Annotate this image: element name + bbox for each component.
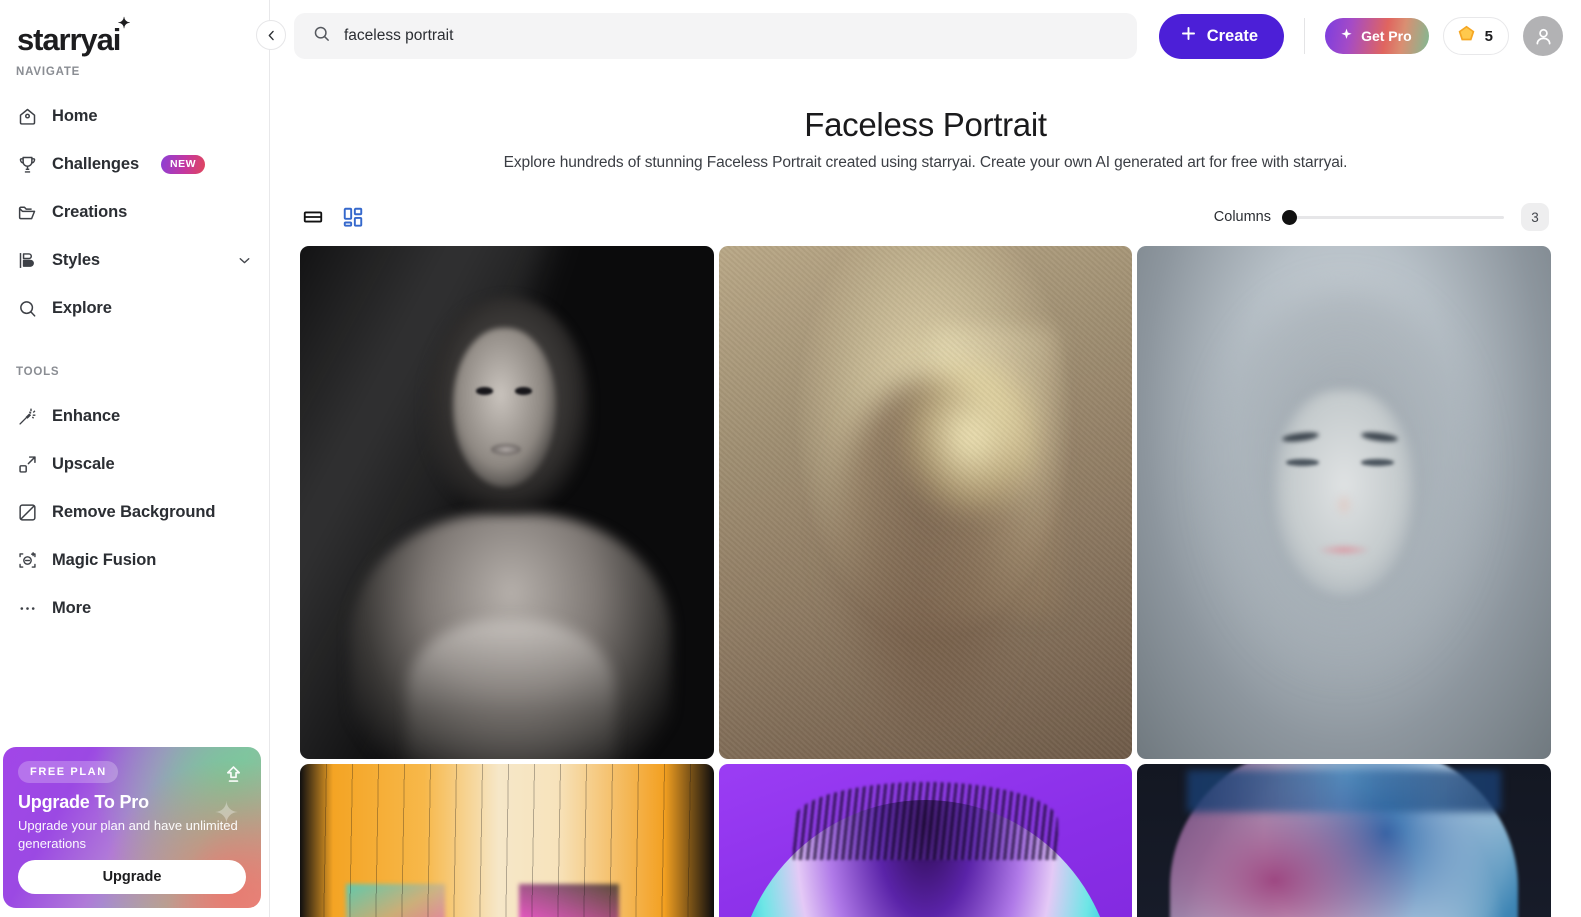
avatar[interactable]: [1523, 16, 1563, 56]
artwork-image: [718, 246, 1133, 759]
search-circle-icon: [16, 297, 38, 319]
sidebar-item-upscale[interactable]: Upscale: [0, 440, 269, 488]
navigate-section-label: NAVIGATE: [16, 66, 81, 78]
sidebar-item-label: Enhance: [52, 406, 121, 425]
search-icon: [312, 24, 331, 48]
sidebar-item-styles[interactable]: Styles: [0, 236, 269, 284]
gallery-card-purple-cyan-abstract[interactable]: [718, 764, 1133, 917]
artwork-image: [300, 764, 714, 917]
upgrade-arrow-icon: [223, 764, 244, 790]
create-button-label: Create: [1206, 26, 1259, 45]
collapse-sidebar-button[interactable]: [256, 20, 286, 50]
upgrade-promo-card[interactable]: FREE PLAN ✦ Upgrade To Pro Upgrade your …: [3, 747, 261, 908]
sidebar: starryai ✦ NAVIGATE Home Challenges NEW …: [0, 0, 270, 917]
plus-icon: [1179, 24, 1198, 48]
upgrade-button[interactable]: Upgrade: [18, 860, 246, 894]
get-pro-button[interactable]: Get Pro: [1325, 18, 1429, 54]
home-icon: [16, 105, 38, 127]
magic-fusion-icon: [16, 549, 38, 571]
sidebar-item-remove-background[interactable]: Remove Background: [0, 488, 269, 536]
artwork-image: [718, 764, 1133, 917]
credits-badge[interactable]: 5: [1442, 17, 1509, 55]
create-button[interactable]: Create: [1158, 13, 1285, 59]
slider-thumb[interactable]: [1282, 209, 1297, 225]
get-pro-label: Get Pro: [1361, 28, 1412, 44]
sidebar-item-challenges[interactable]: Challenges NEW: [0, 140, 269, 188]
sidebar-item-explore[interactable]: Explore: [0, 284, 269, 332]
top-bar: Create Get Pro 5: [270, 0, 1581, 72]
remove-background-icon: [16, 501, 38, 523]
sidebar-item-label: Explore: [52, 298, 112, 317]
upscale-arrow-icon: [16, 453, 38, 475]
magic-wand-icon: [16, 405, 38, 427]
search-box[interactable]: [294, 13, 1137, 59]
gem-icon: [1456, 23, 1477, 49]
brand-logo[interactable]: starryai ✦: [0, 0, 269, 66]
grid-view-icon[interactable]: [342, 206, 364, 228]
columns-label: Columns: [1213, 209, 1271, 225]
content-area: Faceless Portrait Explore hundreds of st…: [270, 72, 1581, 917]
sidebar-item-enhance[interactable]: Enhance: [0, 392, 269, 440]
gallery-card-dark-monochrome-portrait[interactable]: [300, 246, 714, 759]
gallery-card-watercolor-face[interactable]: [1137, 764, 1551, 917]
search-input[interactable]: [344, 27, 1119, 45]
gallery-card-sepia-blurred-figure[interactable]: [718, 246, 1133, 759]
gallery-card-sketched-colorful-eyes[interactable]: [300, 764, 714, 917]
credits-value: 5: [1484, 27, 1493, 45]
slider-track: [1292, 215, 1504, 219]
view-toggle-group: [302, 206, 364, 228]
sidebar-item-label: Upscale: [52, 454, 115, 473]
sidebar-item-magic-fusion[interactable]: Magic Fusion: [0, 536, 269, 584]
sidebar-item-label: Remove Background: [52, 502, 216, 521]
sidebar-item-label: Home: [52, 106, 98, 125]
list-view-icon[interactable]: [302, 206, 324, 228]
upgrade-title: Upgrade To Pro: [18, 792, 149, 812]
gallery-card-misty-blue-portrait[interactable]: [1137, 246, 1551, 759]
folder-icon: [16, 201, 38, 223]
sidebar-item-label: Creations: [52, 202, 128, 221]
free-plan-badge: FREE PLAN: [18, 761, 118, 783]
chevron-down-icon[interactable]: [236, 252, 253, 269]
app-root: starryai ✦ NAVIGATE Home Challenges NEW …: [0, 0, 1581, 917]
page-subtitle: Explore hundreds of stunning Faceless Po…: [503, 154, 1348, 171]
artwork-image: [1137, 764, 1551, 917]
sidebar-item-more[interactable]: More: [0, 584, 269, 632]
artwork-image: [1137, 246, 1551, 759]
sidebar-item-label: Challenges: [52, 154, 140, 173]
upgrade-subtitle: Upgrade your plan and have unlimited gen…: [18, 818, 238, 851]
styles-icon: [16, 249, 38, 271]
columns-slider[interactable]: [1282, 209, 1504, 225]
trophy-icon: [16, 153, 38, 175]
sidebar-item-label: Styles: [52, 250, 101, 269]
sidebar-item-home[interactable]: Home: [0, 92, 269, 140]
tools-nav: Enhance Upscale Remove Background Magic …: [0, 392, 269, 632]
sidebar-item-creations[interactable]: Creations: [0, 188, 269, 236]
columns-control: Columns 3: [1214, 203, 1549, 231]
columns-value: 3: [1521, 203, 1549, 231]
gallery-toolbar: Columns 3: [290, 200, 1561, 234]
tools-section-label: TOOLS: [16, 366, 60, 378]
sparkle-decoration-icon: ✦: [213, 797, 239, 830]
primary-nav: Home Challenges NEW Creations Styles Exp…: [0, 92, 269, 332]
artwork-image: [300, 246, 714, 759]
main-area: Create Get Pro 5: [270, 0, 1581, 917]
topbar-divider: [1304, 18, 1306, 54]
sidebar-item-label: More: [52, 598, 92, 617]
brand-name: starryai: [17, 22, 121, 57]
page-title: Faceless Portrait: [804, 106, 1047, 143]
new-badge: NEW: [161, 154, 206, 174]
ellipsis-icon: [16, 597, 38, 619]
image-gallery-grid: [290, 246, 1561, 917]
sidebar-item-label: Magic Fusion: [52, 550, 157, 569]
sparkle-icon: [1339, 27, 1354, 45]
sparkle-icon: ✦: [117, 15, 131, 32]
